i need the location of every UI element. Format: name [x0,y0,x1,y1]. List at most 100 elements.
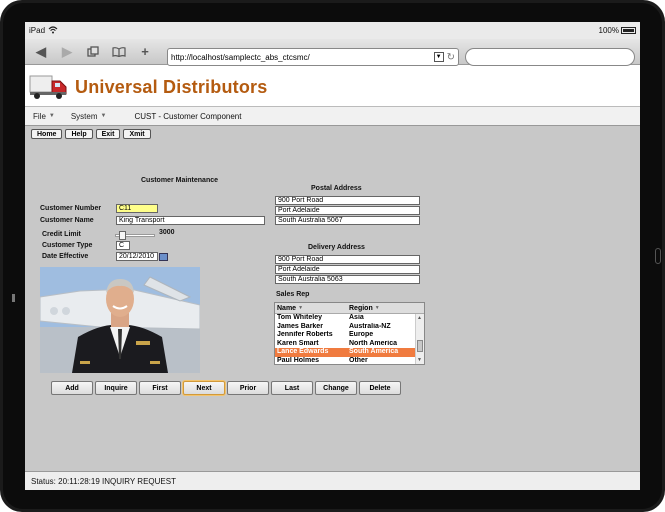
search-input[interactable] [465,48,635,66]
top-button-row: Home Help Exit Xmit [31,129,151,139]
column-header-name-label: Name [277,304,297,312]
grid-scrollbar[interactable]: ▲ ▼ [415,314,424,364]
add-button[interactable]: Add [51,381,93,395]
app-banner: Universal Distributors [25,67,640,107]
next-button[interactable]: Next [183,381,225,395]
inquire-button[interactable]: Inquire [95,381,137,395]
screen: iPad 100% ◀ ▶ + http://localhost/samplec… [25,22,640,490]
credit-limit-label: Credit Limit [42,231,81,238]
sort-icon: ▼ [374,305,380,311]
cell-name: James Barker [277,322,323,330]
postal-line3-field[interactable]: South Australia 5067 [275,216,420,225]
menu-system-label: System [70,111,98,121]
delivery-line1-field[interactable]: 900 Port Road [275,255,420,264]
credit-limit-value: 3000 [159,229,175,236]
first-button[interactable]: First [139,381,181,395]
scroll-down-icon[interactable]: ▼ [417,357,422,363]
postal-line2-field[interactable]: Port Adelaide [275,206,420,215]
sales-rep-grid[interactable]: Name ▼ Region ▼ Tom Whiteley Asia James Ba… [274,302,425,365]
table-row[interactable]: Karen Smart North America [275,340,416,349]
cell-region: South America [349,348,399,355]
cell-region: North America [349,339,397,347]
cell-name: Paul Holmes [277,356,320,364]
customer-name-field[interactable]: King Transport [116,216,265,225]
wifi-icon [48,25,58,36]
cell-name: Karen Smart [277,339,319,347]
column-header-region-label: Region [349,304,373,312]
postal-address-heading: Postal Address [311,185,362,192]
customer-type-label: Customer Type [42,242,93,249]
customer-number-label: Customer Number [40,205,102,212]
grid-header: Name ▼ Region ▼ [275,303,424,314]
home-button[interactable]: Home [31,129,63,139]
url-text: http://localhost/samplectc_abs_ctcsmc/ [171,52,310,62]
prior-button[interactable]: Prior [227,381,269,395]
date-effective-field[interactable]: 20/12/2010 [116,252,158,261]
cell-name: Lance Edwards [277,348,329,355]
delivery-line2-field[interactable]: Port Adelaide [275,265,420,274]
battery-percent: 100% [598,26,619,35]
cell-region: Asia [349,314,364,321]
back-icon[interactable]: ◀ [31,43,51,61]
forward-icon[interactable]: ▶ [57,43,77,61]
cell-name: Tom Whiteley [277,314,322,321]
column-header-name[interactable]: Name ▼ [275,303,347,313]
chevron-down-icon: ▼ [48,113,55,119]
column-header-region[interactable]: Region ▼ [347,303,424,313]
scrollbar-thumb[interactable] [417,340,423,352]
device-notch [12,294,15,302]
exit-button[interactable]: Exit [95,129,121,139]
calendar-icon[interactable] [159,253,168,261]
customer-number-field[interactable]: C11 [116,204,158,213]
component-title: CUST - Customer Component [134,111,242,121]
date-effective-label: Date Effective [42,253,89,260]
cell-region: Other [349,356,368,364]
truck-logo-icon [29,75,67,99]
home-hardware-button[interactable] [655,248,661,264]
carrier-label: iPad [29,26,46,35]
menu-system[interactable]: System ▼ [63,112,115,121]
customer-photo [40,267,200,373]
postal-line1-field[interactable]: 900 Port Road [275,196,420,205]
tabs-icon[interactable] [83,43,103,61]
last-button[interactable]: Last [271,381,313,395]
xmit-button[interactable]: Xmit [123,129,151,139]
chevron-down-icon: ▼ [100,113,107,119]
cell-name: Jennifer Roberts [277,331,333,338]
app-title: Universal Distributors [75,77,268,97]
url-bar[interactable]: http://localhost/samplectc_abs_ctcsmc/ ▼… [167,48,459,66]
ios-status-bar: iPad 100% [25,22,640,39]
form-heading: Customer Maintenance [141,177,219,184]
change-button[interactable]: Change [315,381,357,395]
add-bookmark-icon[interactable]: + [135,43,155,61]
scroll-up-icon[interactable]: ▲ [417,315,422,321]
menu-bar: File ▼ System ▼ CUST - Customer Componen… [25,107,640,126]
table-row[interactable]: Tom Whiteley Asia [275,314,416,323]
delete-button[interactable]: Delete [359,381,401,395]
table-row[interactable]: Lance Edwards South America [275,348,416,357]
table-row[interactable]: Paul Holmes Other [275,356,416,365]
help-button[interactable]: Help [65,129,93,139]
customer-type-field[interactable]: C [116,241,130,250]
status-bar: Status: 20:11:28:19 INQUIRY REQUEST [25,471,640,490]
url-dropdown-icon[interactable]: ▼ [433,52,444,62]
reload-icon[interactable]: ↻ [447,52,455,63]
cell-region: Australia-NZ [349,322,391,330]
bookmarks-icon[interactable] [109,43,129,61]
web-page: Universal Distributors File ▼ System ▼ C… [25,67,640,490]
status-text: Status: 20:11:28:19 INQUIRY REQUEST [31,476,176,486]
table-row[interactable]: James Barker Australia-NZ [275,323,416,332]
delivery-address-heading: Delivery Address [308,244,365,251]
grid-body: Tom Whiteley Asia James Barker Australia-NZ… [275,314,416,365]
credit-limit-slider-thumb[interactable] [119,231,126,240]
table-row[interactable]: Jennifer Roberts Europe [275,331,416,340]
sales-rep-heading: Sales Rep [276,291,310,298]
menu-file-label: File [33,111,46,121]
sort-icon: ▼ [298,305,304,311]
customer-name-label: Customer Name [40,217,94,224]
carrier: iPad [29,25,58,36]
delivery-line3-field[interactable]: South Australia 5063 [275,275,420,284]
menu-file[interactable]: File ▼ [25,112,63,121]
battery-icon [621,27,636,34]
ipad-frame: iPad 100% ◀ ▶ + http://localhost/samplec… [0,0,665,512]
